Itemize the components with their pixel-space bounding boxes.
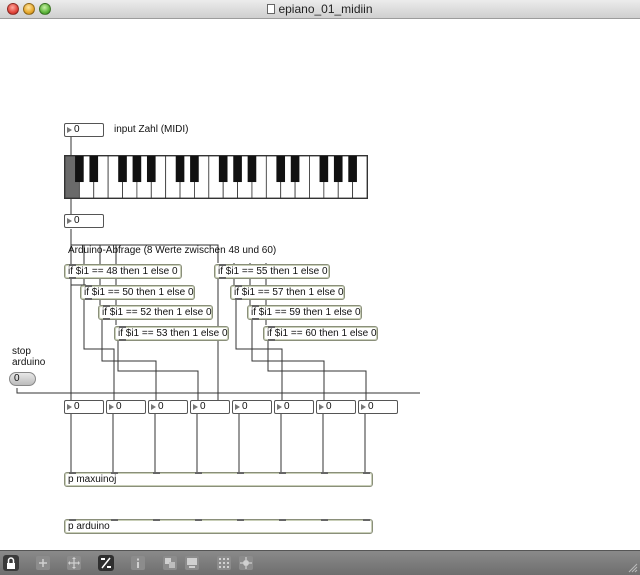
black-key[interactable] <box>118 156 127 183</box>
if-object-59[interactable]: if $i1 == 59 then 1 else 0 <box>247 305 362 320</box>
input-comment: input Zahl (MIDI) <box>114 124 189 135</box>
presentation-icon[interactable] <box>184 555 200 571</box>
resize-grip-icon[interactable] <box>628 563 638 573</box>
patch-cords <box>16 137 420 472</box>
output-number-box[interactable]: 0 <box>148 400 188 414</box>
snap-icon[interactable] <box>238 555 254 571</box>
if-object-57[interactable]: if $i1 == 57 then 1 else 0 <box>230 285 345 300</box>
if-object-53[interactable]: if $i1 == 53 then 1 else 0 <box>114 326 229 341</box>
output-number-box[interactable]: 0 <box>274 400 314 414</box>
black-key[interactable] <box>333 156 343 183</box>
output-number-box[interactable]: 0 <box>358 400 398 414</box>
bottom-toolbar <box>0 550 640 575</box>
lock-icon[interactable] <box>3 555 19 571</box>
arduino-subpatch[interactable]: p arduino <box>64 519 373 534</box>
output-number-box[interactable]: 0 <box>232 400 272 414</box>
black-key[interactable] <box>175 156 185 183</box>
input-number-box[interactable]: 0 <box>64 123 104 137</box>
if-object-55[interactable]: if $i1 == 55 then 1 else 0 <box>214 264 330 279</box>
info-icon[interactable] <box>130 555 146 571</box>
new-view-icon[interactable] <box>162 555 178 571</box>
piano-keys <box>64 155 368 199</box>
document-icon <box>267 4 276 14</box>
black-key[interactable] <box>276 156 286 183</box>
black-key[interactable] <box>89 156 99 183</box>
move-icon[interactable] <box>66 555 82 571</box>
stop-arduino-toggle[interactable]: 0 <box>9 372 36 386</box>
output-number-box[interactable]: 0 <box>64 400 104 414</box>
output-number-box[interactable]: 0 <box>316 400 356 414</box>
title-bar: epiano_01_midiin <box>0 0 640 19</box>
input-number-value: 0 <box>74 124 80 135</box>
grid-icon[interactable] <box>216 555 232 571</box>
window-title-text: epiano_01_midiin <box>278 2 373 16</box>
stop-arduino-comment: stop arduino <box>12 346 46 368</box>
window-title: epiano_01_midiin <box>0 2 640 16</box>
maxuinoj-subpatch[interactable]: p maxuinoj <box>64 472 373 487</box>
patch-canvas[interactable]: 0 input Zahl (MIDI) 0 Arduino-Abfrage (8… <box>0 19 640 549</box>
black-key[interactable] <box>190 156 199 183</box>
if-object-50[interactable]: if $i1 == 50 then 1 else 0 <box>80 285 195 300</box>
if-object-60[interactable]: if $i1 == 60 then 1 else 0 <box>263 326 378 341</box>
output-number-box[interactable]: 0 <box>106 400 146 414</box>
black-key[interactable] <box>132 156 142 183</box>
keyboard-number-box[interactable]: 0 <box>64 214 104 228</box>
black-key[interactable] <box>75 156 84 183</box>
if-object-52[interactable]: if $i1 == 52 then 1 else 0 <box>98 305 213 320</box>
black-key[interactable] <box>319 156 329 183</box>
keyboard-number-value: 0 <box>74 215 80 226</box>
arduino-comment: Arduino-Abfrage (8 Werte zwischen 48 und… <box>68 245 277 256</box>
black-key[interactable] <box>247 156 257 183</box>
black-key[interactable] <box>290 156 300 183</box>
add-icon[interactable] <box>35 555 51 571</box>
black-key[interactable] <box>233 156 242 183</box>
if-object-48[interactable]: if $i1 == 48 then 1 else 0 <box>64 264 182 279</box>
piano-keyboard[interactable] <box>64 155 368 199</box>
output-number-box[interactable]: 0 <box>190 400 230 414</box>
black-key[interactable] <box>348 156 357 183</box>
patch-cord-icon[interactable] <box>98 555 114 571</box>
black-key[interactable] <box>146 156 156 183</box>
black-key[interactable] <box>218 156 228 183</box>
